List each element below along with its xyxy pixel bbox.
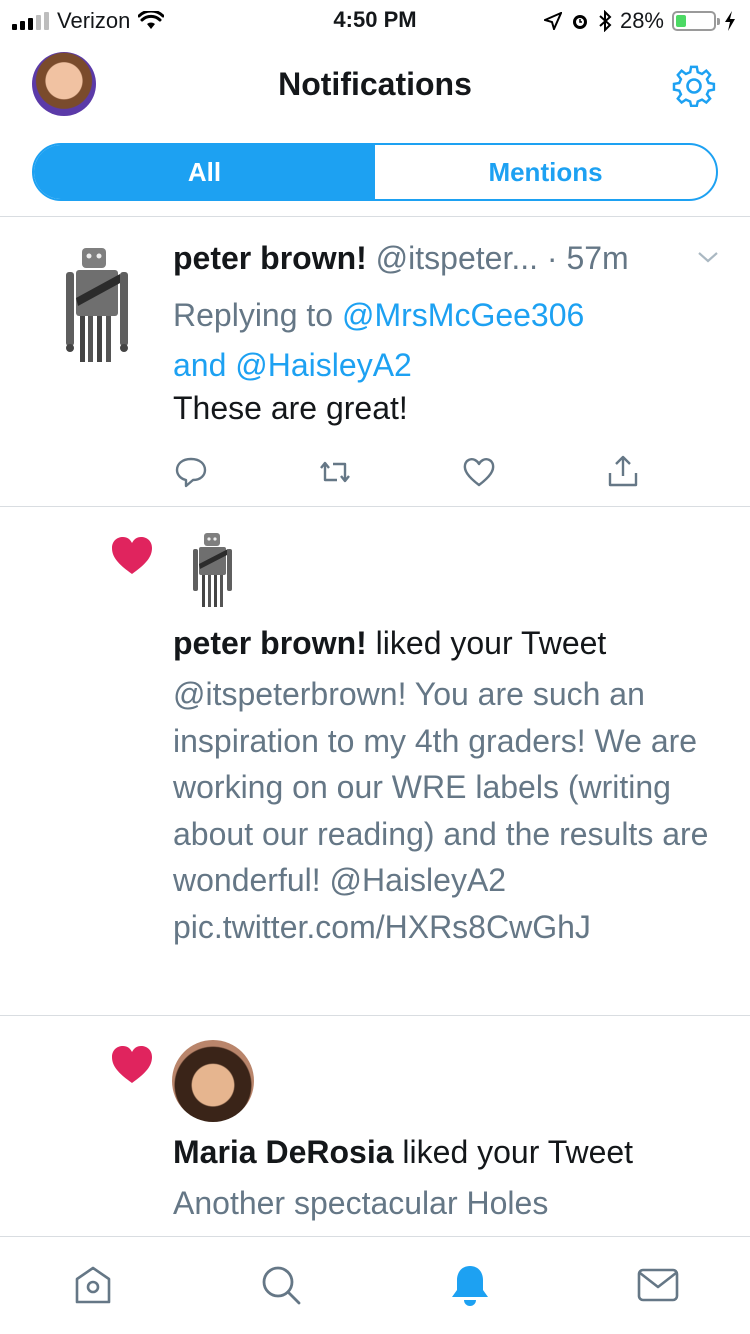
tweet-author-handle: @itspeter...	[375, 240, 538, 276]
alarm-icon	[572, 15, 587, 29]
like-notification[interactable]: Maria DeRosia liked your Tweet Another s…	[0, 1016, 750, 1236]
liker-name[interactable]: peter brown!	[173, 625, 367, 661]
divider	[0, 506, 750, 507]
status-right: 28%	[543, 8, 736, 34]
heart-icon	[112, 537, 152, 574]
retweet-icon[interactable]	[317, 454, 353, 490]
header: Notifications	[0, 40, 750, 132]
tweet-reply-context: Replying to @MrsMcGee306 and @HaisleyA2	[173, 290, 713, 390]
reply-mention-link[interactable]: @MrsMcGee306	[342, 297, 584, 333]
tab-all[interactable]: All	[34, 145, 375, 199]
tweet-actions	[173, 454, 653, 490]
maria-avatar[interactable]	[172, 1040, 254, 1122]
liked-tweet-text: Another spectacular Holes	[173, 1185, 549, 1221]
tweet-time: · 57m	[546, 240, 629, 276]
tweet-text: These are great!	[173, 390, 408, 426]
tweet-author-name[interactable]: peter brown!	[173, 240, 367, 276]
gear-icon[interactable]	[672, 64, 716, 108]
tweet-item[interactable]: peter brown! @itspeter... · 57m Replying…	[0, 218, 750, 506]
robot-avatar[interactable]	[190, 531, 234, 611]
heart-icon	[112, 1046, 152, 1083]
charging-icon	[725, 11, 735, 31]
reply-prefix: Replying to	[173, 297, 334, 333]
battery-icon	[672, 11, 720, 31]
search-icon[interactable]	[259, 1263, 303, 1307]
robot-avatar[interactable]	[62, 244, 130, 384]
page-title: Notifications	[278, 66, 472, 102]
chevron-down-icon[interactable]	[696, 248, 720, 266]
reply-and: and	[173, 347, 227, 383]
bluetooth-icon	[599, 10, 612, 32]
location-arrow-icon	[543, 12, 562, 30]
divider	[0, 216, 750, 217]
notification-title: peter brown! liked your Tweet	[173, 625, 606, 662]
tab-bar	[0, 1236, 750, 1334]
liker-name[interactable]: Maria DeRosia	[173, 1134, 394, 1170]
battery-percent: 28%	[619, 8, 664, 33]
notification-action: liked your Tweet	[375, 625, 607, 661]
notifications-tabs: All Mentions	[32, 143, 718, 201]
notification-action: liked your Tweet	[402, 1134, 634, 1170]
like-icon[interactable]	[461, 454, 497, 490]
notification-title: Maria DeRosia liked your Tweet	[173, 1134, 633, 1171]
tweet-header: peter brown! @itspeter... · 57m	[173, 240, 629, 277]
reply-icon[interactable]	[173, 454, 209, 490]
liked-tweet-text: @itspeterbrown! You are such an inspirat…	[173, 676, 709, 945]
home-icon[interactable]	[71, 1263, 115, 1307]
notifications-icon[interactable]	[448, 1263, 492, 1307]
messages-icon[interactable]	[636, 1263, 680, 1307]
share-icon[interactable]	[605, 454, 641, 490]
tab-mentions[interactable]: Mentions	[375, 145, 716, 199]
status-bar: Verizon 4:50 PM 28%	[0, 0, 750, 40]
reply-mention-link[interactable]: @HaisleyA2	[235, 347, 412, 383]
